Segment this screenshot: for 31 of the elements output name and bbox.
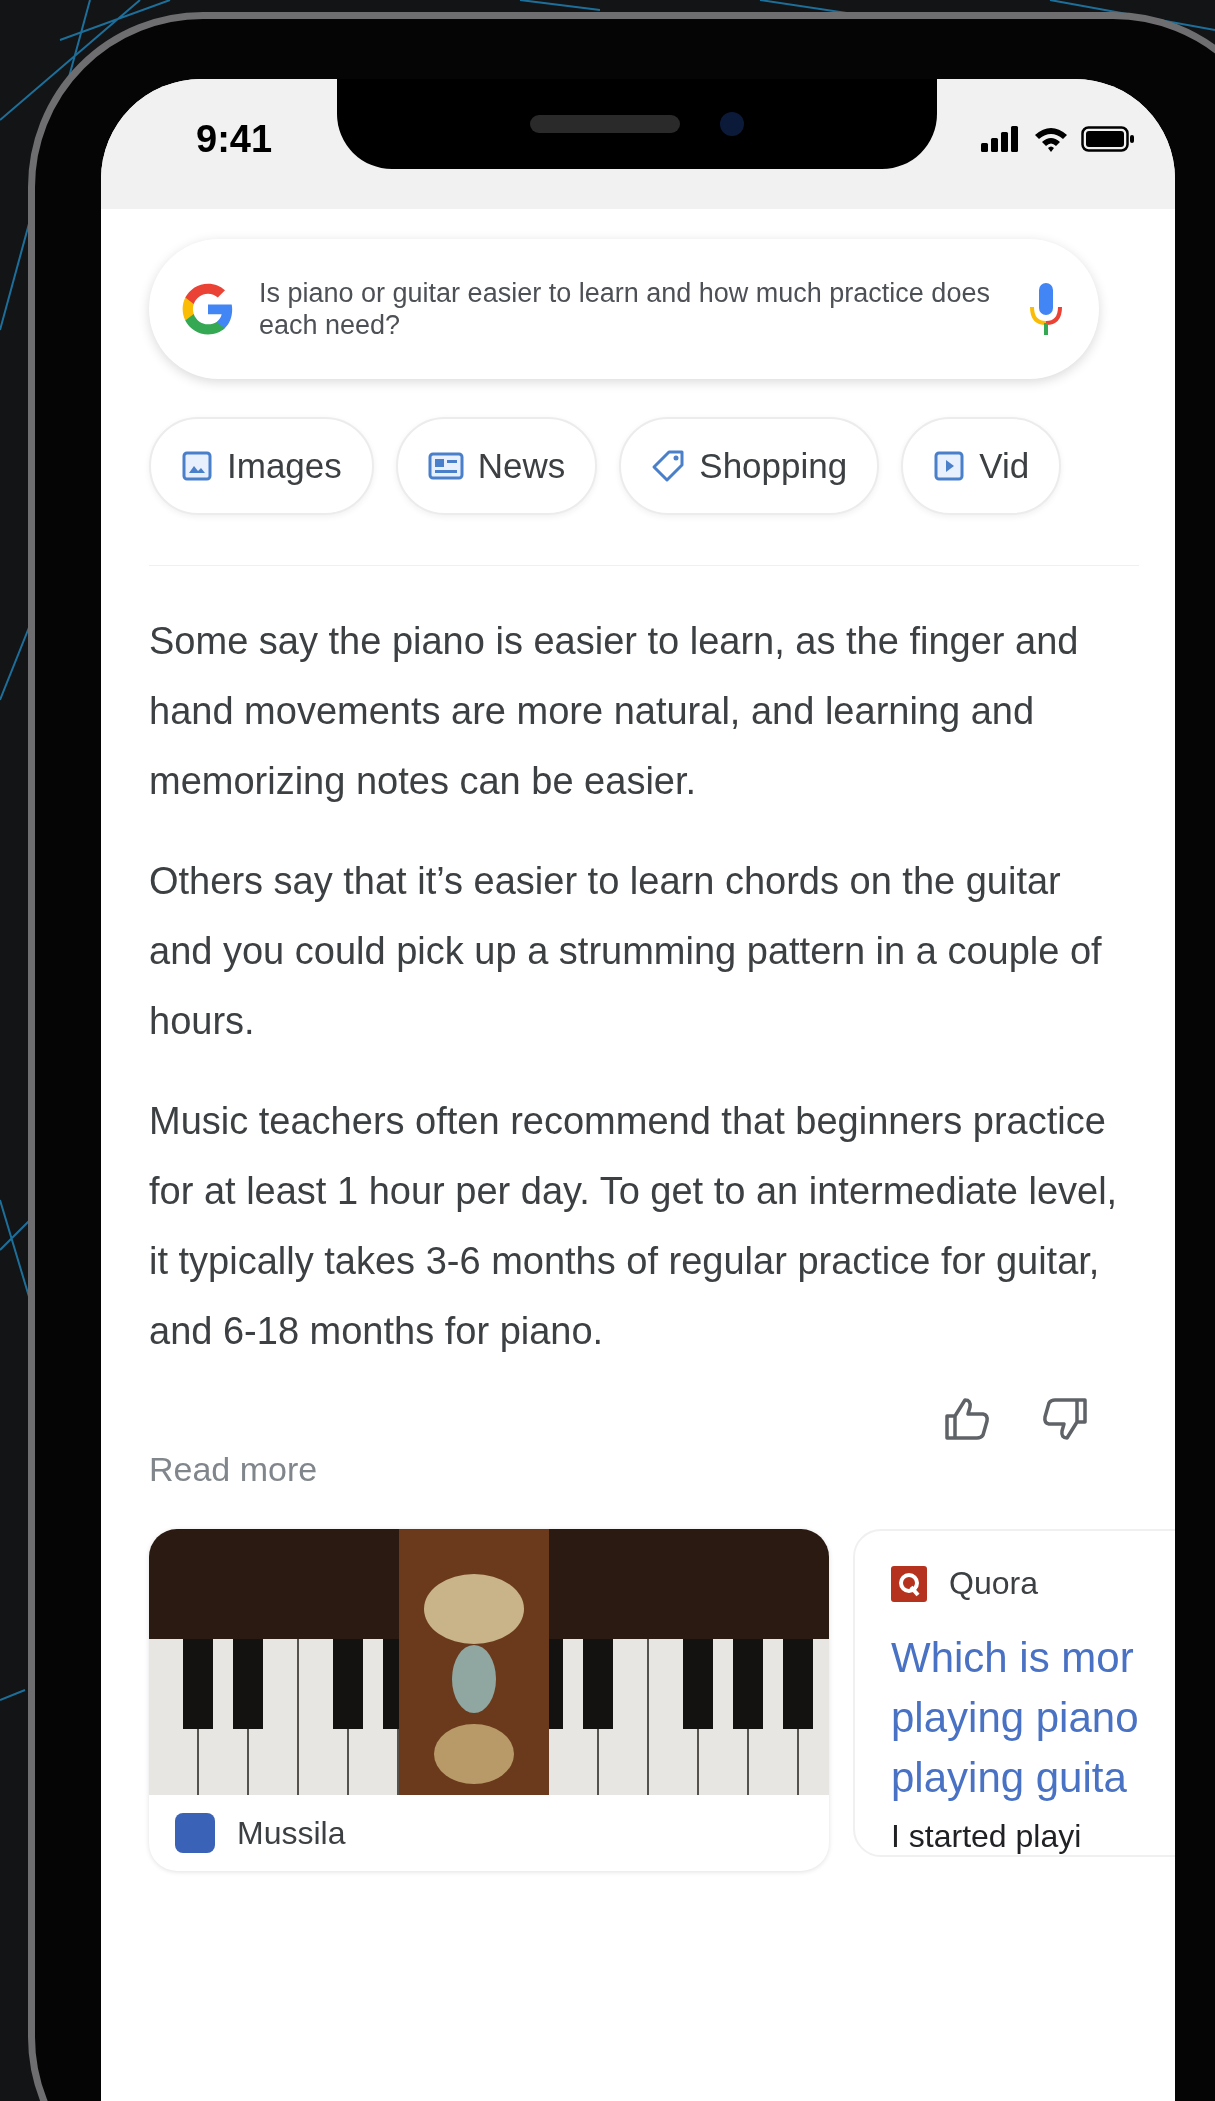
source-card[interactable]: Mussila bbox=[149, 1529, 829, 1871]
site-icon bbox=[891, 1565, 927, 1602]
play-icon bbox=[933, 450, 966, 482]
site-icon bbox=[175, 1813, 215, 1853]
tag-icon bbox=[651, 449, 686, 483]
wifi-icon bbox=[1033, 126, 1069, 152]
status-time: 9:41 bbox=[196, 117, 273, 161]
read-more-link[interactable]: Read more bbox=[149, 1450, 318, 1489]
news-icon bbox=[427, 451, 464, 481]
site-name: Quora bbox=[949, 1565, 1038, 1602]
search-field[interactable]: Is piano or guitar easier to learn and how much practice does each need? bbox=[149, 239, 1099, 379]
answer-paragraph: Music teachers often recommend that beginners practice for at least 1 hour per day. To get to an intermediate level, it typically takes 3-6 months of regular practice for guitar, and 6-18 months for piano. bbox=[149, 1099, 1119, 1354]
filter-chip[interactable]: Vid bbox=[901, 417, 1062, 515]
result-snippet: I started playi bbox=[890, 1818, 1083, 1855]
thumbs-up-icon[interactable] bbox=[943, 1396, 991, 1442]
filter-chip[interactable]: Shopping bbox=[619, 417, 880, 515]
thumbs-down-icon[interactable] bbox=[1041, 1396, 1089, 1442]
answer-paragraph: Some say the piano is easier to learn, as the finger and hand movements are more natural, and learning and memorizing notes can be easier. bbox=[149, 619, 1080, 804]
search-query: Is piano or guitar easier to learn and how much practice does each need? bbox=[259, 276, 991, 342]
source-card[interactable]: Quora Which is mor playing piano playing guita I started playi bbox=[853, 1529, 1175, 1857]
filter-chip[interactable]: Images bbox=[149, 417, 374, 515]
result-title-link[interactable]: playing guita bbox=[891, 1748, 1175, 1808]
site-name: Mussila bbox=[237, 1814, 346, 1852]
filter-chip[interactable]: News bbox=[395, 417, 598, 515]
result-title-link[interactable]: playing piano bbox=[891, 1688, 1175, 1748]
battery-icon bbox=[1081, 126, 1135, 152]
microphone-icon[interactable] bbox=[1029, 281, 1063, 337]
signal-icon bbox=[981, 126, 1021, 152]
result-title-link[interactable]: Which is mor bbox=[891, 1628, 1175, 1688]
answer-paragraph: Others say that it’s easier to learn chords on the guitar and you could pick up a strumming pattern in a couple of hours. bbox=[149, 859, 1103, 1044]
image-icon bbox=[181, 450, 213, 482]
